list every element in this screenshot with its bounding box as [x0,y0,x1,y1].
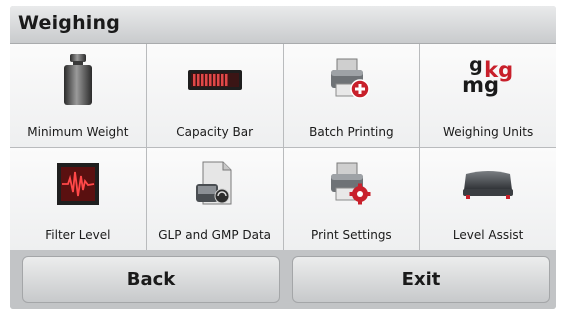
filter-level-icon [50,156,106,212]
footer-bar: Back Exit [10,250,556,309]
tile-level-assist[interactable]: Level Assist [420,147,556,250]
tile-weighing-units[interactable]: g kg mg Weighing Units [420,44,556,147]
tile-minimum-weight[interactable]: Minimum Weight [10,44,146,147]
tile-label: Filter Level [45,228,111,242]
tile-label: Weighing Units [443,124,534,139]
page-title: Weighing [18,12,121,34]
tile-label: Print Settings [311,228,392,242]
capacity-bar-icon [187,52,243,108]
menu-grid: Minimum Weight Capacity Bar Batch Printi… [10,44,556,250]
batch-printer-icon [323,52,379,108]
tile-label: GLP and GMP Data [158,228,272,242]
exit-button[interactable]: Exit [292,256,550,303]
tile-label: Capacity Bar [176,124,254,139]
back-button[interactable]: Back [22,256,280,303]
glp-gmp-document-icon [187,156,243,212]
tile-label: Minimum Weight [27,124,129,139]
header-bar: Weighing [10,6,556,44]
weight-icon [50,52,106,108]
tile-batch-printing[interactable]: Batch Printing [283,44,420,147]
unit-mg-text: mg [462,73,500,97]
tile-glp-gmp-data[interactable]: GLP and GMP Data [146,147,283,250]
units-icon: g kg mg [458,52,518,108]
weighing-screen: Weighing Minimum Weight Capacity Bar Bat… [10,6,556,309]
printer-settings-icon [323,156,379,212]
tile-label: Level Assist [452,228,524,242]
tile-capacity-bar[interactable]: Capacity Bar [146,44,283,147]
level-assist-icon [460,156,516,212]
tile-print-settings[interactable]: Print Settings [283,147,420,250]
tile-filter-level[interactable]: Filter Level [10,147,146,250]
app-frame: Weighing Minimum Weight Capacity Bar Bat… [0,0,561,313]
tile-label: Batch Printing [309,124,394,139]
